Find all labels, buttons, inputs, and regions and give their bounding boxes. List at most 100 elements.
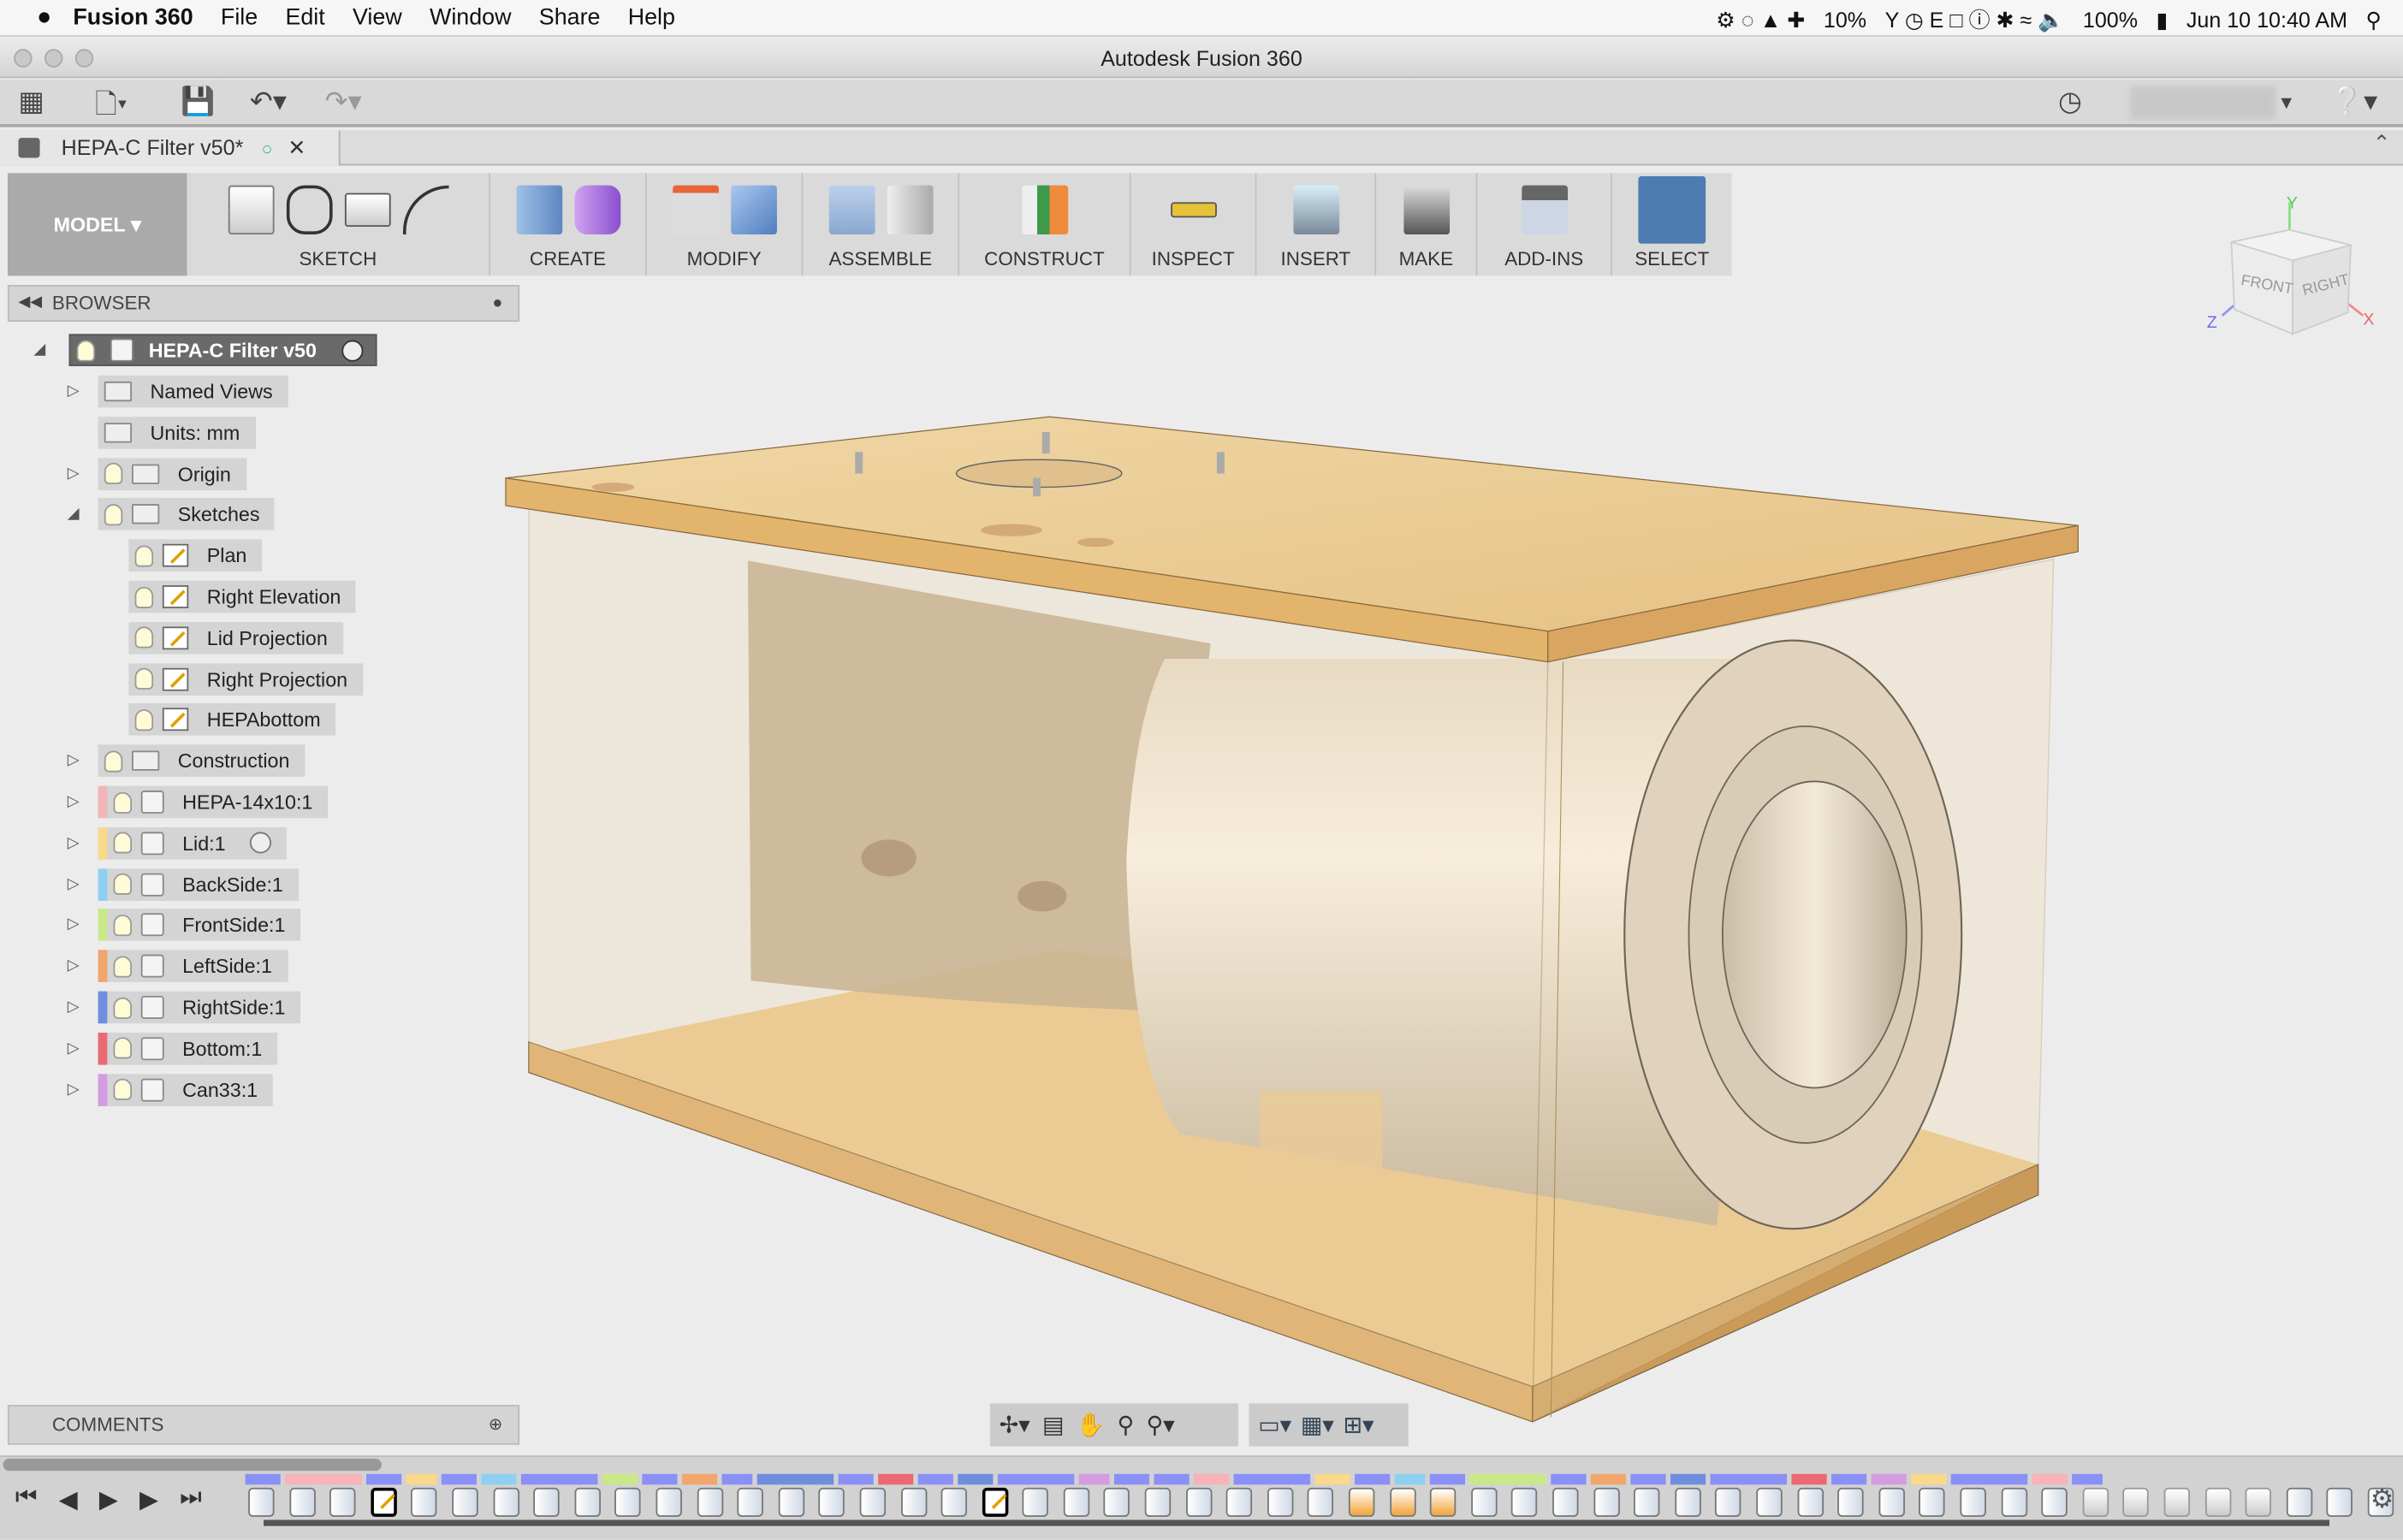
timeline-extrude-icon[interactable] [2326,1487,2353,1517]
timeline-extrude-icon[interactable] [452,1487,478,1517]
timeline-body-icon[interactable] [1674,1487,1701,1517]
visibility-bulb-icon[interactable] [113,996,133,1018]
timeline-extrude-icon[interactable] [778,1487,804,1517]
timeline-mirror-icon[interactable] [1470,1487,1498,1517]
timeline-body-icon[interactable] [492,1487,519,1517]
visibility-bulb-icon[interactable] [104,462,123,485]
look-at-icon[interactable]: ▤ [1042,1411,1064,1438]
timeline-extrude-icon[interactable] [2041,1487,2068,1517]
timeline-body-icon[interactable] [1919,1487,1946,1517]
visibility-bulb-icon[interactable] [134,544,154,567]
browser-node[interactable]: HEPAbottom [68,703,336,737]
browser-node[interactable]: ▷ Lid:1 [68,826,288,860]
browser-node[interactable]: Lid Projection [68,621,343,654]
timeline-body-icon[interactable] [411,1487,438,1517]
browser-root-node[interactable]: ◢ HEPA-C Filter v50 [33,334,377,367]
browser-panel-header[interactable]: ◀◀ BROWSER ● [7,285,520,323]
play-icon[interactable]: ▶ [99,1484,118,1515]
step-back-icon[interactable]: ◀ [59,1484,78,1515]
timeline-body-icon[interactable] [900,1487,927,1517]
timeline-extrude-icon[interactable] [614,1487,642,1517]
timeline-body-icon[interactable] [1552,1487,1579,1517]
timeline-cyl-icon[interactable] [288,1487,316,1517]
display-settings-icon[interactable]: ▭▾ [1258,1411,1291,1438]
expand-arrow-icon[interactable]: ▷ [68,1040,80,1057]
expand-root-icon[interactable]: ◢ [33,341,45,358]
collapse-arrow-icon[interactable]: ◢ [68,506,80,524]
visibility-bulb-icon[interactable] [134,667,154,690]
expand-arrow-icon[interactable]: ▷ [68,835,80,852]
timeline-hole-icon[interactable] [1634,1487,1660,1517]
visibility-bulb-icon[interactable] [104,503,123,526]
expand-arrow-icon[interactable]: ▷ [68,465,80,483]
visibility-bulb-icon[interactable] [113,873,133,895]
visibility-bulb-icon[interactable] [104,749,123,773]
visibility-bulb-icon[interactable] [134,708,154,732]
browser-node[interactable]: ▷ Can33:1 [68,1073,274,1106]
timeline-hole-icon[interactable] [1511,1487,1538,1517]
timeline-extrude-icon[interactable] [1593,1487,1620,1517]
timeline-cyl-icon[interactable] [1144,1487,1172,1517]
browser-node[interactable]: Right Elevation [68,580,357,613]
comments-panel-header[interactable]: COMMENTS ⊕ [7,1405,520,1445]
timeline-extrude-icon[interactable] [940,1487,968,1517]
timeline-body-icon[interactable] [248,1487,275,1517]
timeline-extrude-icon[interactable] [1104,1487,1130,1517]
browser-node[interactable]: ▷ FrontSide:1 [68,909,301,942]
expand-arrow-icon[interactable]: ▷ [68,794,80,811]
timeline-body-icon[interactable] [2000,1487,2027,1517]
add-comment-icon[interactable]: ⊕ [489,1407,503,1443]
grid-icon[interactable]: ▦▾ [1301,1411,1334,1438]
activate-radio[interactable] [250,832,272,855]
timeline-extrude-icon[interactable] [1267,1487,1294,1517]
expand-arrow-icon[interactable]: ▷ [68,958,80,975]
browser-node[interactable]: ▷ Origin [68,457,246,490]
model-viewport[interactable] [0,0,2403,1540]
timeline-combine-icon[interactable] [2122,1487,2150,1517]
orbit-icon[interactable]: ✢▾ [1000,1411,1030,1438]
timeline-extrude-icon[interactable] [1715,1487,1742,1517]
timeline-sketch-icon[interactable] [982,1487,1008,1517]
visibility-bulb-icon[interactable] [113,791,133,814]
visibility-bulb-icon[interactable] [113,955,133,977]
browser-node[interactable]: ▷ BackSide:1 [68,868,299,901]
timeline-extrude-icon[interactable] [1796,1487,1824,1517]
timeline-body-icon[interactable] [737,1487,764,1517]
timeline-body-icon[interactable] [1063,1487,1090,1517]
browser-node[interactable]: Units: mm [68,416,256,449]
zoom-icon[interactable]: ⚲ [1117,1411,1134,1438]
browser-node[interactable]: ▷ Construction [68,744,306,778]
timeline-settings-gear-icon[interactable]: ⚙ [2370,1484,2394,1515]
browser-node[interactable]: ▷ LeftSide:1 [68,950,288,983]
step-forward-icon[interactable]: ▶ [139,1484,158,1515]
browser-node[interactable]: ▷ RightSide:1 [68,991,301,1024]
browser-node[interactable]: ▷ HEPA-14x10:1 [68,785,329,819]
timeline-body-icon[interactable] [2286,1487,2312,1517]
timeline-sketch-icon[interactable] [370,1487,397,1517]
visibility-bulb-icon[interactable] [113,1037,133,1059]
timeline-extrude-icon[interactable] [1878,1487,1905,1517]
pan-icon[interactable]: ✋ [1077,1411,1105,1438]
browser-node[interactable]: ▷ Named Views [68,375,288,408]
timeline-revolve-icon[interactable] [1348,1487,1375,1517]
viewports-icon[interactable]: ⊞▾ [1343,1411,1374,1438]
browser-node[interactable]: Right Projection [68,662,364,696]
browser-node[interactable]: ▷ Bottom:1 [68,1032,278,1065]
expand-arrow-icon[interactable]: ▷ [68,753,80,770]
visibility-bulb-icon[interactable] [113,1078,133,1100]
expand-arrow-icon[interactable]: ▷ [68,999,80,1016]
browser-pin-icon[interactable]: ● [492,287,502,320]
visibility-bulb-icon[interactable] [134,585,154,608]
expand-arrow-icon[interactable]: ▷ [68,383,80,400]
timeline-extrude-icon[interactable] [1960,1487,1986,1517]
timeline-joint-icon[interactable] [1308,1487,1334,1517]
timeline-hole-icon[interactable] [1185,1487,1212,1517]
expand-arrow-icon[interactable]: ▷ [68,917,80,934]
timeline-revolve-icon[interactable] [1430,1487,1457,1517]
visibility-bulb-icon[interactable] [76,339,96,361]
go-to-start-icon[interactable]: ⏮ [15,1484,38,1515]
visibility-bulb-icon[interactable] [134,626,154,649]
activate-radio[interactable] [341,339,363,361]
go-to-end-icon[interactable]: ⏭ [180,1484,202,1515]
timeline-body-icon[interactable] [1837,1487,1864,1517]
